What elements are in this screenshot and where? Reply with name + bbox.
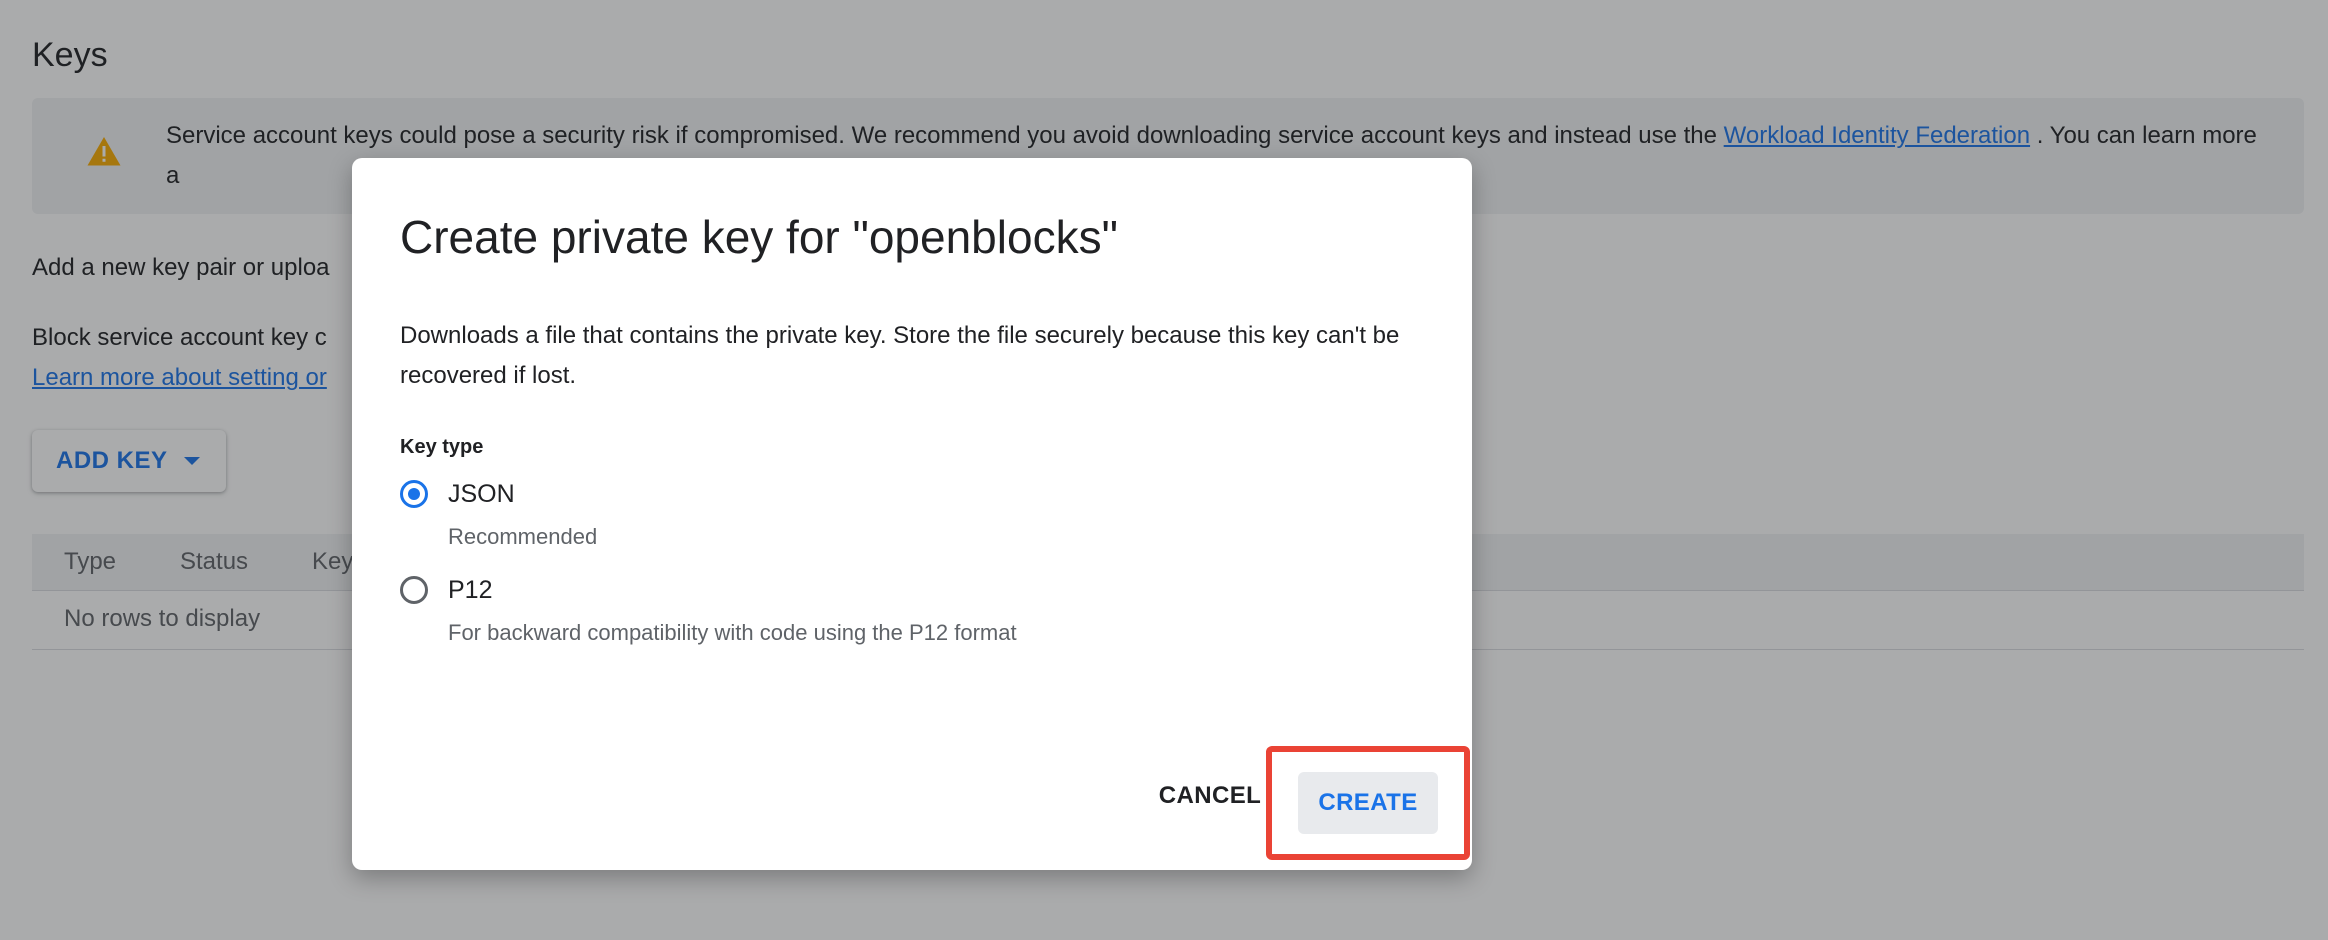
radio-label-json[interactable]: JSON — [448, 480, 515, 509]
radio-option-p12[interactable]: P12 — [400, 570, 492, 610]
radio-label-p12[interactable]: P12 — [448, 576, 492, 605]
radio-option-json[interactable]: JSON — [400, 474, 515, 514]
radio-hint-p12: For backward compatibility with code usi… — [448, 620, 1017, 645]
radio-button-p12[interactable] — [400, 576, 428, 604]
dialog-description: Downloads a file that contains the priva… — [400, 322, 1400, 389]
radio-hint-json: Recommended — [448, 524, 598, 549]
key-type-label: Key type — [400, 436, 484, 458]
radio-button-json[interactable] — [400, 480, 428, 508]
cancel-button[interactable]: CANCEL — [1150, 772, 1270, 820]
dialog-title: Create private key for "openblocks" — [400, 211, 1118, 263]
create-button-highlight — [1266, 746, 1470, 860]
